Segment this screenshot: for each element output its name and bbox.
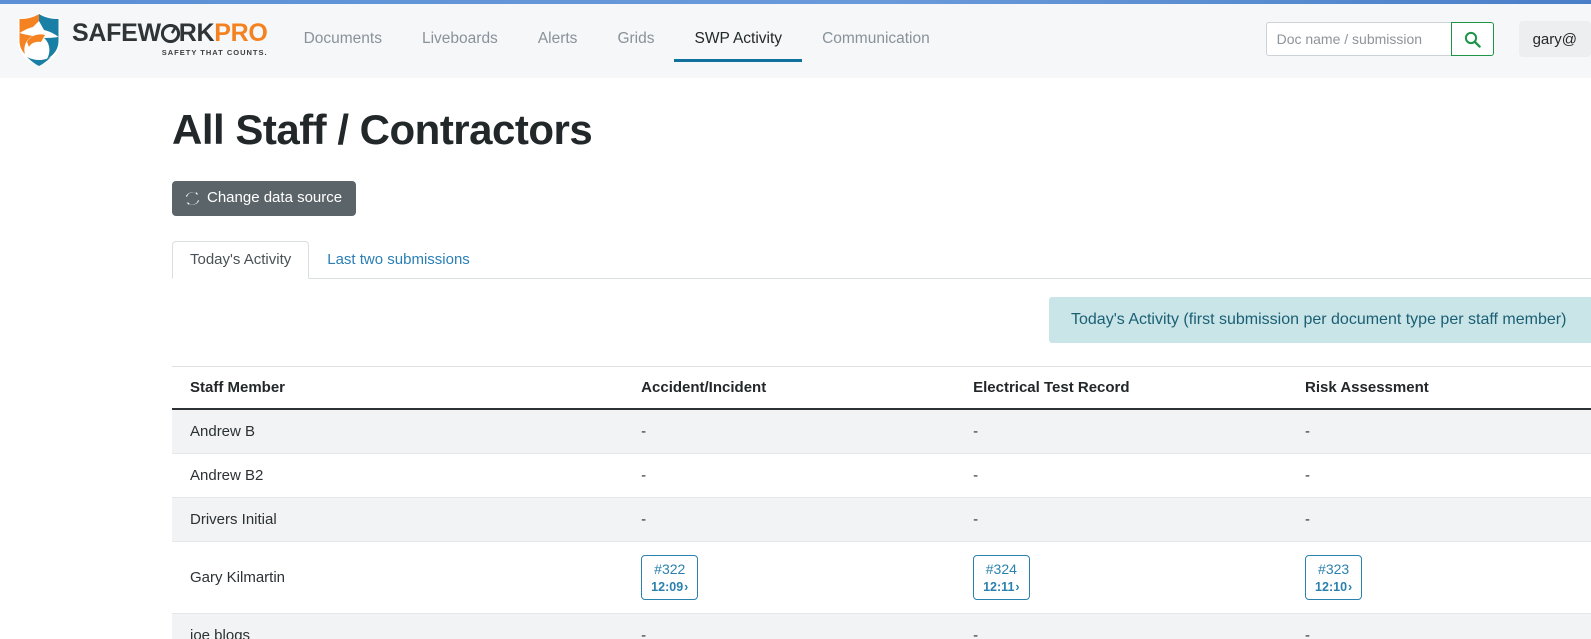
activity-table: Staff Member Accident/Incident Electrica…	[172, 365, 1591, 639]
submission-time-label: 12:10	[1315, 579, 1348, 594]
cell-staff-member: Andrew B	[172, 408, 624, 454]
column-header-electrical-test-record: Electrical Test Record	[955, 365, 1288, 410]
info-banner: Today's Activity (first submission per d…	[1049, 296, 1591, 343]
table-row: Gary Kilmartin #322 12:09› #324 12:11› #323 12…	[172, 541, 1591, 615]
change-data-source-button[interactable]: Change data source	[172, 181, 357, 216]
submission-id: #322	[654, 560, 686, 577]
chevron-right-icon: ›	[1348, 579, 1353, 594]
cell-staff-member: Andrew B2	[172, 453, 624, 498]
cell-empty: -	[1287, 408, 1591, 454]
chevron-right-icon: ›	[684, 579, 689, 594]
shield-swoosh-logo-icon	[14, 11, 64, 67]
search-input[interactable]	[1265, 22, 1451, 56]
brand-word-o-icon	[160, 21, 180, 46]
activity-table-wrapper: Staff Member Accident/Incident Electrica…	[172, 365, 1591, 639]
main-navigation: Documents Liveboards Alerts Grids SWP Ac…	[284, 0, 950, 78]
cell-empty: -	[1287, 497, 1591, 542]
cell-empty: -	[623, 453, 956, 498]
table-row: Andrew B---	[172, 408, 1591, 454]
activity-table-body: Andrew B - - - Andrew B2- - - Drivers Initial - -…	[172, 408, 1591, 639]
nav-item-grids[interactable]: Grids	[597, 0, 674, 78]
table-header-row: Staff Member Accident/Incident Electrica…	[172, 365, 1591, 410]
submission-id: #324	[985, 560, 1017, 577]
submission-time-label: 12:09	[651, 579, 684, 594]
submission-id: #323	[1318, 560, 1350, 577]
nav-item-swp-activity[interactable]: SWP Activity	[674, 0, 802, 78]
info-banner-row: Today's Activity (first submission per d…	[172, 296, 1591, 347]
cell-submission: #322 12:09›	[623, 541, 956, 615]
column-header-staff-member: Staff Member	[172, 365, 624, 410]
user-account-menu[interactable]: gary@	[1518, 21, 1591, 57]
submission-time: 12:09›	[651, 580, 688, 594]
submission-time-label: 12:11	[983, 579, 1015, 594]
site-header: SAFEW RK PRO SAFETY THAT COUNTS. Documents…	[0, 0, 1591, 78]
brand-logo-link[interactable]: SAFEW RK PRO SAFETY THAT COUNTS.	[14, 11, 268, 67]
table-row: joe blogs - - -	[172, 613, 1591, 639]
tab-todays-activity[interactable]: Today's Activity	[172, 240, 310, 279]
chevron-right-icon: ›	[1015, 579, 1020, 594]
brand-wordmark: SAFEW RK PRO SAFETY THAT COUNTS.	[72, 21, 268, 57]
cell-staff-member: Drivers Initial	[172, 497, 624, 542]
submission-badge[interactable]: #323 12:10›	[1305, 554, 1363, 601]
cell-empty: -	[1287, 613, 1591, 639]
submission-time: 12:10›	[1315, 580, 1352, 594]
nav-item-communication[interactable]: Communication	[802, 0, 950, 78]
page-content: All Staff / Contractors Change data sour…	[0, 78, 1591, 639]
brand-word-pro: PRO	[214, 19, 268, 48]
refresh-icon	[185, 191, 200, 206]
table-row: Andrew B2- - -	[172, 453, 1591, 498]
brand-word-part1: SAFEW	[72, 19, 161, 48]
nav-item-alerts[interactable]: Alerts	[518, 0, 598, 78]
cell-staff-member: joe blogs	[172, 613, 624, 639]
column-header-risk-assessment: Risk Assessment	[1287, 365, 1591, 410]
submission-badge[interactable]: #322 12:09›	[641, 554, 699, 601]
brand-word-part2: RK	[178, 19, 215, 48]
nav-item-documents[interactable]: Documents	[284, 0, 402, 78]
page-loading-progress-bar	[0, 0, 1591, 4]
header-right-group: gary@	[1265, 21, 1591, 57]
table-row: Drivers Initial - - -	[172, 497, 1591, 542]
cell-submission: #324 12:11›	[955, 541, 1288, 615]
cell-empty: -	[955, 453, 1288, 498]
change-data-source-label: Change data source	[207, 189, 343, 207]
cell-empty: -	[623, 408, 956, 454]
page-title: All Staff / Contractors	[172, 106, 593, 153]
cell-empty: -	[955, 497, 1288, 542]
cell-empty: -	[623, 613, 956, 639]
search-group	[1265, 22, 1494, 56]
cell-submission: #323 12:10›	[1287, 541, 1591, 615]
brand-tagline: SAFETY THAT COUNTS.	[161, 48, 268, 58]
activity-tabs: Today's Activity Last two submissions	[172, 240, 1591, 279]
submission-badge[interactable]: #324 12:11›	[973, 554, 1030, 601]
user-account-label: gary@	[1532, 30, 1577, 48]
cell-empty: -	[1287, 453, 1591, 498]
search-submit-button[interactable]	[1450, 22, 1494, 56]
nav-item-liveboards[interactable]: Liveboards	[402, 0, 518, 78]
cell-empty: -	[955, 613, 1288, 639]
column-header-accident-incident: Accident/Incident	[623, 365, 956, 410]
activity-table-head: Staff Member Accident/Incident Electrica…	[172, 365, 1591, 410]
cell-empty: -	[955, 408, 1288, 454]
search-icon	[1464, 31, 1481, 48]
tab-last-two-submissions[interactable]: Last two submissions	[309, 241, 488, 279]
cell-staff-member: Gary Kilmartin	[172, 541, 624, 615]
cell-empty: -	[623, 497, 956, 542]
submission-time: 12:11›	[983, 580, 1019, 594]
